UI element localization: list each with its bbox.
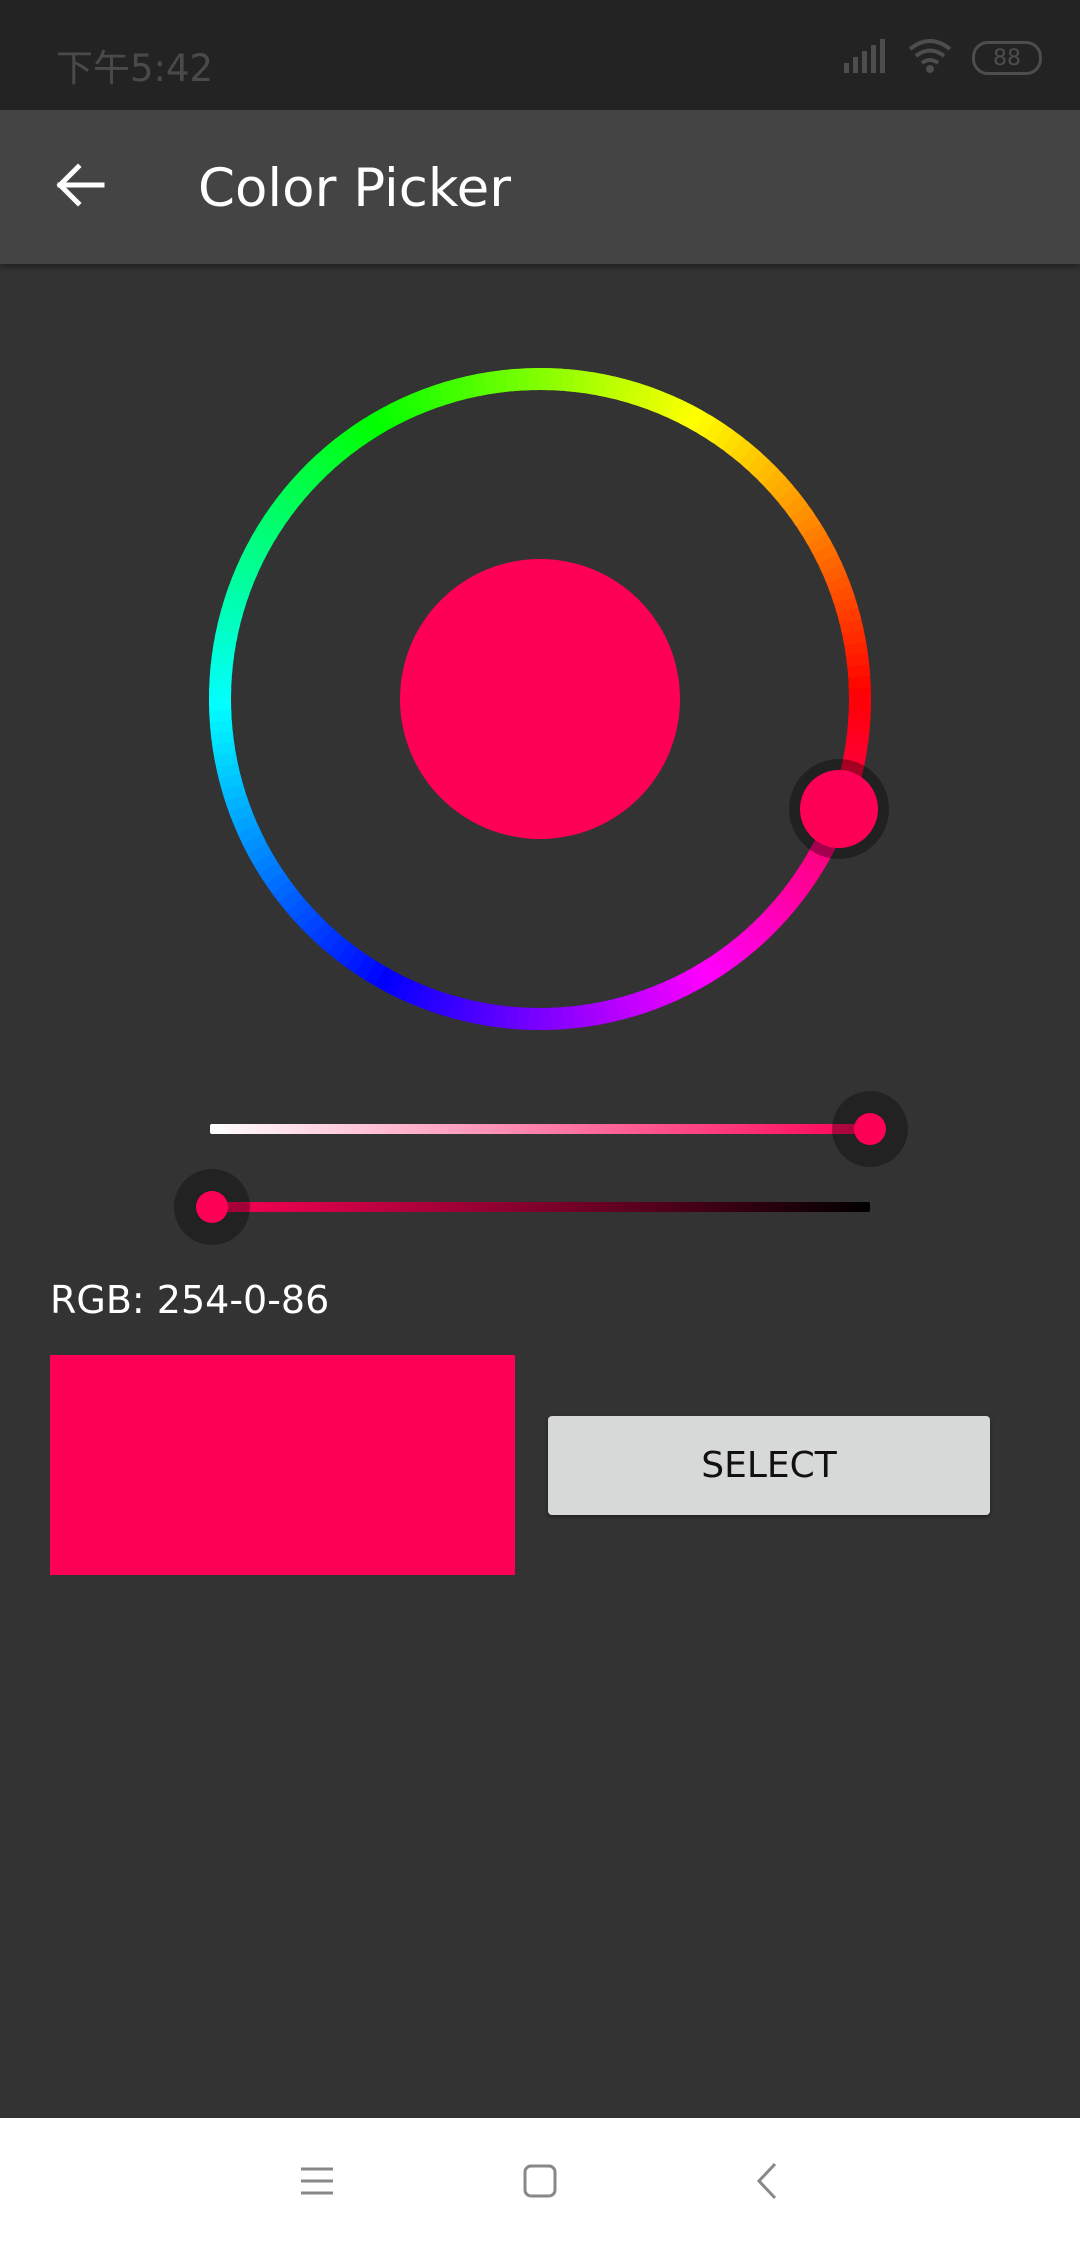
select-button[interactable]: SELECT [548, 1416, 990, 1515]
battery-icon: 88 [972, 41, 1042, 75]
selected-color-swatch [50, 1355, 515, 1575]
menu-button[interactable] [282, 2148, 352, 2218]
saturation-thumb[interactable] [854, 1113, 886, 1145]
hue-thumb[interactable] [800, 770, 878, 848]
app-bar: Color Picker [0, 110, 1080, 264]
brightness-slider[interactable] [212, 1202, 870, 1212]
rgb-value-label: RGB: 254-0-86 [50, 1278, 330, 1322]
signal-icon [844, 38, 888, 78]
back-icon [755, 2161, 779, 2206]
arrow-left-icon [54, 159, 106, 216]
brightness-thumb[interactable] [196, 1191, 228, 1223]
page-title: Color Picker [198, 158, 512, 219]
home-icon [522, 2163, 558, 2204]
home-button[interactable] [505, 2148, 575, 2218]
wifi-icon [908, 38, 952, 78]
back-button[interactable] [40, 147, 120, 227]
saturation-slider[interactable] [210, 1124, 870, 1134]
status-icons: 88 [844, 36, 1042, 80]
menu-icon [299, 2166, 335, 2201]
system-nav-bar [0, 2118, 1080, 2248]
color-preview-circle [400, 559, 680, 839]
status-time: 下午5:42 [56, 47, 214, 90]
status-bar: 下午5:42 88 [0, 0, 1080, 110]
back-nav-button[interactable] [732, 2148, 802, 2218]
